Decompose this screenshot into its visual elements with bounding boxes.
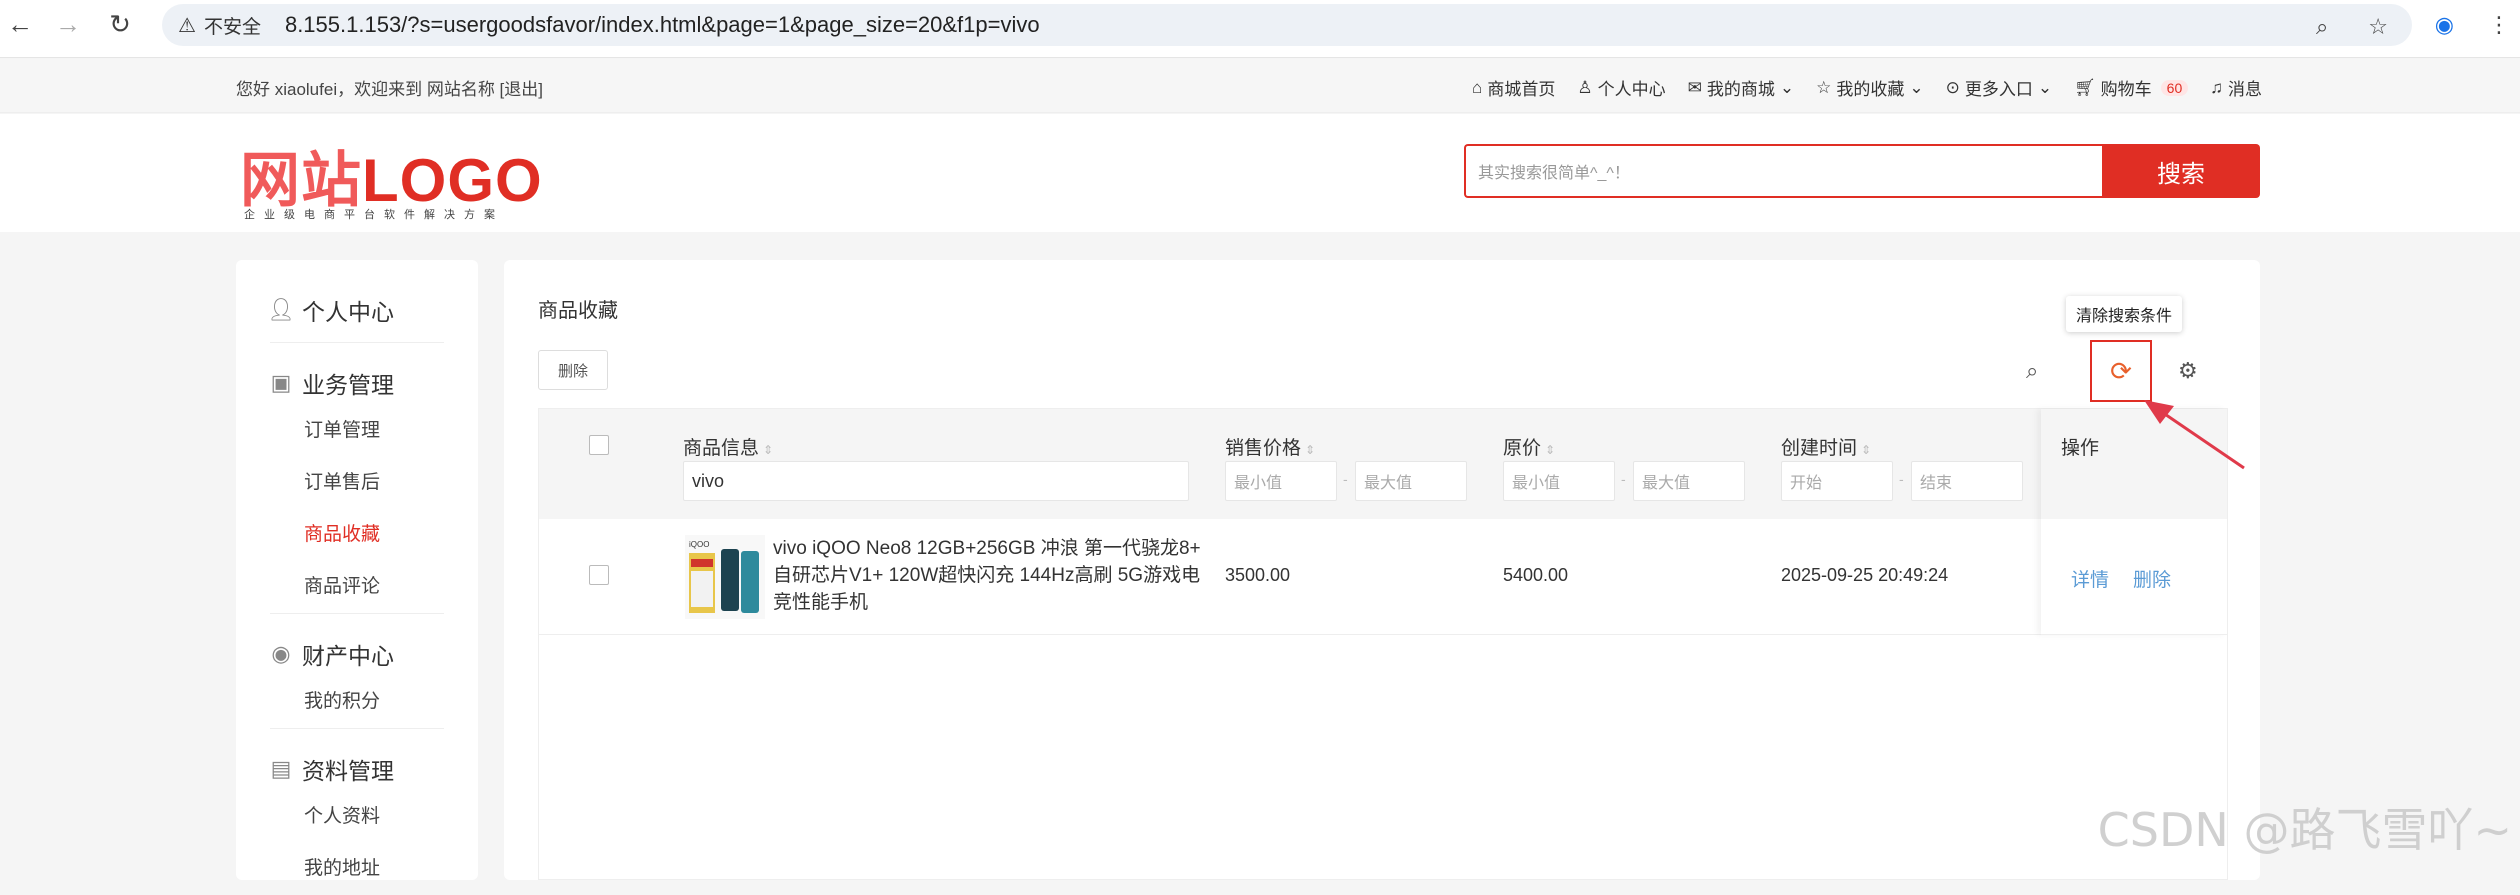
sidebar-item-after-sales[interactable]: 订单售后 — [270, 457, 444, 509]
site-header: 网站LOGO 企业级电商平台软件解决方案 其实搜索很简单^_^！ 搜索 — [0, 114, 2520, 232]
zoom-icon[interactable]: ⌕ — [2316, 14, 2328, 40]
select-all-checkbox[interactable] — [589, 435, 609, 455]
profile-icon[interactable]: ◉ — [2435, 12, 2454, 38]
original-price-min-input[interactable]: 最小值 — [1503, 461, 1615, 501]
goods-filter-input[interactable]: vivo — [683, 461, 1189, 501]
svg-text:iQOO: iQOO — [689, 540, 709, 549]
favorites-table: 商品信息⇕ vivo 销售价格⇕ 最小值 - 最大值 原价⇕ 最小值 - 最大值… — [538, 408, 2228, 880]
sort-icon: ⇕ — [1305, 443, 1315, 457]
chevron-down-icon: ⌄ — [2038, 78, 2052, 98]
nav-personal-center[interactable]: ♙个人中心 — [1577, 75, 1665, 100]
sidebar-item-orders[interactable]: 订单管理 — [270, 405, 444, 457]
nav-more[interactable]: ⊙更多入口⌄ — [1946, 75, 2053, 100]
original-price-max-input[interactable]: 最大值 — [1633, 461, 1745, 501]
browser-toolbar: ← → ↻ ⚠ 不安全 8.155.1.153/?s=usergoodsfavo… — [0, 0, 2520, 58]
menu-icon[interactable]: ⋮ — [2488, 12, 2510, 38]
col-goods-header[interactable]: 商品信息⇕ — [683, 433, 773, 460]
created-time-cell: 2025-09-25 20:49:24 — [1781, 565, 1948, 586]
search-input[interactable]: 其实搜索很简单^_^！ — [1464, 144, 2104, 198]
sidebar-group-personal-center[interactable]: 👤︎ 个人中心 — [270, 288, 444, 332]
document-icon: ▤ — [270, 758, 292, 780]
goods-thumbnail[interactable]: iQOO — [685, 535, 765, 619]
range-dash: - — [1343, 471, 1348, 487]
nav-messages[interactable]: ♫消息 — [2210, 75, 2262, 100]
security-label: 不安全 — [204, 12, 261, 39]
cart-icon: 🛒︎ — [2074, 78, 2096, 98]
col-original-price-header[interactable]: 原价⇕ — [1503, 433, 1555, 460]
settings-icon[interactable]: ⚙ — [2178, 358, 2198, 384]
top-nav: ⌂商城首页 ♙个人中心 ✉我的商城⌄ ☆我的收藏⌄ ⊙更多入口⌄ 🛒︎购物车60… — [1472, 75, 2262, 100]
refresh-icon: ⟳ — [2110, 356, 2132, 387]
nav-home[interactable]: ⌂商城首页 — [1472, 75, 1555, 100]
reset-filters-button[interactable]: ⟳ — [2090, 340, 2152, 402]
sort-icon: ⇕ — [763, 443, 773, 457]
search-button[interactable]: 搜索 — [2102, 144, 2260, 198]
clipboard-icon: ▣ — [270, 372, 292, 394]
sidebar-group-business: ▣ 业务管理 — [270, 361, 444, 405]
bookmark-star-icon[interactable]: ☆ — [2368, 14, 2388, 40]
address-bar[interactable]: ⚠ 不安全 8.155.1.153/?s=usergoodsfavor/inde… — [162, 4, 2412, 46]
user-sidebar: 👤︎ 个人中心 ▣ 业务管理 订单管理 订单售后 商品收藏 商品评论 ◉ 财产中… — [236, 260, 478, 880]
annotation-arrow — [2140, 396, 2260, 476]
user-icon: 👤︎ — [270, 299, 292, 321]
sidebar-item-favorites[interactable]: 商品收藏 — [270, 509, 444, 561]
nav-cart[interactable]: 🛒︎购物车60 — [2074, 75, 2188, 100]
sidebar-item-address[interactable]: 我的地址 — [270, 843, 444, 895]
range-dash: - — [1899, 471, 1904, 487]
sidebar-item-points[interactable]: 我的积分 — [270, 676, 444, 728]
original-price-cell: 5400.00 — [1503, 565, 1568, 586]
warning-icon: ⚠ — [178, 13, 196, 38]
table-header: 商品信息⇕ vivo 销售价格⇕ 最小值 - 最大值 原价⇕ 最小值 - 最大值… — [539, 409, 2227, 519]
coin-icon: ◉ — [270, 643, 292, 665]
created-start-input[interactable]: 开始 — [1781, 461, 1893, 501]
sort-icon: ⇕ — [1545, 443, 1555, 457]
back-icon[interactable]: ← — [0, 4, 40, 44]
watermark: CSDN @路飞雪吖~ — [2098, 794, 2512, 860]
table-row: iQOO vivo iQOO Neo8 12GB+256GB 冲浪 第一代骁龙8… — [539, 519, 2227, 635]
site-topbar: 您好 xiaolufei，欢迎来到 网站名称 [退出] ⌂商城首页 ♙个人中心 … — [0, 59, 2520, 113]
reload-icon[interactable]: ↻ — [100, 4, 140, 44]
sidebar-item-profile[interactable]: 个人资料 — [270, 791, 444, 843]
col-price-header[interactable]: 销售价格⇕ — [1225, 433, 1315, 460]
mail-icon: ✉ — [1688, 78, 1702, 98]
chevron-down-icon: ⌄ — [1909, 78, 1923, 98]
search-icon[interactable]: ⌕ — [2026, 358, 2038, 384]
nav-my-store[interactable]: ✉我的商城⌄ — [1688, 75, 1795, 100]
welcome-text: 您好 xiaolufei，欢迎来到 网站名称 [退出] — [236, 75, 543, 100]
cart-count-badge: 60 — [2161, 80, 2189, 96]
batch-delete-button[interactable]: 删除 — [538, 350, 608, 390]
nav-favorites[interactable]: ☆我的收藏⌄ — [1816, 75, 1924, 100]
favorites-panel: 商品收藏 删除 清除搜索条件 ⌕ ⟳ ⚙ 商品信息⇕ vivo 销售价格⇕ 最小… — [504, 260, 2260, 880]
home-icon: ⌂ — [1472, 78, 1482, 98]
user-icon: ♙ — [1577, 78, 1592, 98]
bell-icon: ♫ — [2210, 78, 2223, 98]
sidebar-group-finance: ◉ 财产中心 — [270, 632, 444, 676]
forward-icon[interactable]: → — [48, 4, 88, 44]
sidebar-group-profile: ▤ 资料管理 — [270, 747, 444, 791]
sort-icon: ⇕ — [1861, 443, 1871, 457]
price-min-input[interactable]: 最小值 — [1225, 461, 1337, 501]
price-cell: 3500.00 — [1225, 565, 1290, 586]
price-max-input[interactable]: 最大值 — [1355, 461, 1467, 501]
star-icon: ☆ — [1816, 78, 1831, 98]
col-created-header[interactable]: 创建时间⇕ — [1781, 433, 1871, 460]
logo-tagline: 企业级电商平台软件解决方案 — [244, 206, 504, 222]
chevron-down-icon: ⌄ — [1780, 78, 1794, 98]
created-end-input[interactable]: 结束 — [1911, 461, 2023, 501]
goods-name-link[interactable]: vivo iQOO Neo8 12GB+256GB 冲浪 第一代骁龙8+ 自研芯… — [773, 535, 1203, 616]
sidebar-item-comments[interactable]: 商品评论 — [270, 561, 444, 613]
url-text[interactable]: 8.155.1.153/?s=usergoodsfavor/index.html… — [285, 12, 1040, 38]
tooltip: 清除搜索条件 — [2066, 296, 2182, 332]
page-title: 商品收藏 — [538, 294, 618, 323]
range-dash: - — [1621, 471, 1626, 487]
more-icon: ⊙ — [1946, 78, 1960, 98]
row-checkbox[interactable] — [589, 565, 609, 585]
